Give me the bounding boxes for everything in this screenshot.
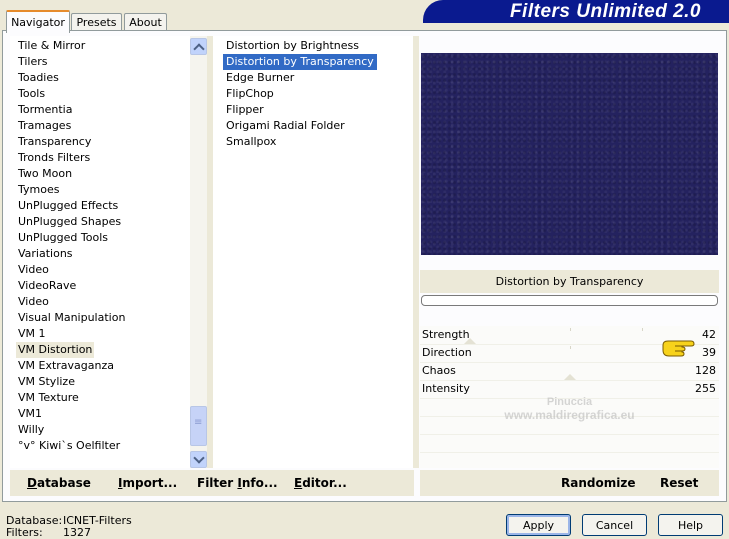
scroll-down-button[interactable] [190,451,207,468]
category-item[interactable]: Video [16,294,51,310]
tab-navigator[interactable]: Navigator [6,10,70,33]
apply-button[interactable]: Apply [506,514,571,536]
category-item[interactable]: Visual Manipulation [16,310,127,326]
category-item[interactable]: VM Extravaganza [16,358,116,374]
category-item[interactable]: Tormentia [16,102,74,118]
filter-item[interactable]: Distortion by Transparency [223,54,377,70]
category-item[interactable]: Transparency [16,134,93,150]
category-item[interactable]: VM1 [16,406,44,422]
category-item[interactable]: VM 1 [16,326,48,342]
watermark-line2: www.maldiregrafica.eu [504,408,635,422]
reset-button[interactable]: Reset [660,470,698,496]
category-item[interactable]: UnPlugged Shapes [16,214,123,230]
slider-tick [570,328,571,331]
param-label: Direction [422,346,472,359]
category-item[interactable]: Variations [16,246,75,262]
scroll-thumb[interactable] [190,406,207,446]
import-button[interactable]: Import... [118,470,177,496]
filter-info-button[interactable]: Filter Info... [197,470,278,496]
category-item[interactable]: Video [16,262,51,278]
progress-bar [421,295,718,306]
slider-tick [570,346,571,349]
category-item[interactable]: UnPlugged Tools [16,230,110,246]
splitter[interactable] [413,36,419,468]
param-value: 39 [702,346,716,359]
scroll-up-button[interactable] [190,38,207,55]
filter-item[interactable]: FlipChop [223,86,277,102]
category-item[interactable]: UnPlugged Effects [16,198,120,214]
param-value: 42 [702,328,716,341]
watermark: Pinuccia www.maldiregrafica.eu [420,396,719,422]
filter-item[interactable]: Flipper [223,102,267,118]
filter-item[interactable]: Origami Radial Folder [223,118,348,134]
category-item[interactable]: VM Stylize [16,374,77,390]
pointing-hand-icon [662,340,695,357]
category-item[interactable]: VM Texture [16,390,81,406]
category-item[interactable]: °v° Kiwi`s Oelfilter [16,438,122,454]
filter-title: Distortion by Transparency [420,270,719,293]
tab-presets[interactable]: Presets [71,13,122,31]
param-row-empty [420,452,719,471]
randomize-button[interactable]: Randomize [561,470,635,496]
banner-title: Filters Unlimited 2.0 [423,0,729,23]
slider-tick [642,328,643,331]
param-label: Strength [422,328,470,341]
category-item[interactable]: VideoRave [16,278,78,294]
editor-button[interactable]: Editor... [294,470,347,496]
category-item[interactable]: Tile & Mirror [16,38,87,54]
cancel-button[interactable]: Cancel [582,514,647,536]
filter-preview-image [421,53,718,255]
left-button-bar: Database Import... Filter Info... Editor… [10,470,414,496]
filters-count-label: Filters: [6,526,43,539]
param-row-chaos[interactable]: Chaos 128 [420,362,719,381]
help-button[interactable]: Help [658,514,723,536]
param-value: 128 [695,364,716,377]
param-row-empty [420,434,719,453]
database-button[interactable]: Database [27,470,91,496]
param-label: Chaos [422,364,456,377]
category-item[interactable]: Toadies [16,70,61,86]
category-item[interactable]: Tymoes [16,182,61,198]
tab-about[interactable]: About [124,13,167,31]
category-item[interactable]: Tilers [16,54,50,70]
filter-list[interactable]: Distortion by Brightness Distortion by Tr… [213,36,413,468]
category-scrollbar[interactable] [190,36,207,468]
category-item[interactable]: Tools [16,86,47,102]
filters-count-value: 1327 [63,526,91,539]
filter-item[interactable]: Distortion by Brightness [223,38,362,54]
category-item[interactable]: VM Distortion [16,342,95,358]
category-item[interactable]: Willy [16,422,46,438]
category-item[interactable]: Tronds Filters [16,150,92,166]
category-item[interactable]: Two Moon [16,166,74,182]
right-button-bar: Randomize Reset [420,470,719,496]
filter-item[interactable]: Edge Burner [223,70,297,86]
category-item[interactable]: Tramages [16,118,73,134]
filter-item[interactable]: Smallpox [223,134,279,150]
category-list[interactable]: Tile & Mirror Tilers Toadies Tools Tormentia… [10,36,190,468]
